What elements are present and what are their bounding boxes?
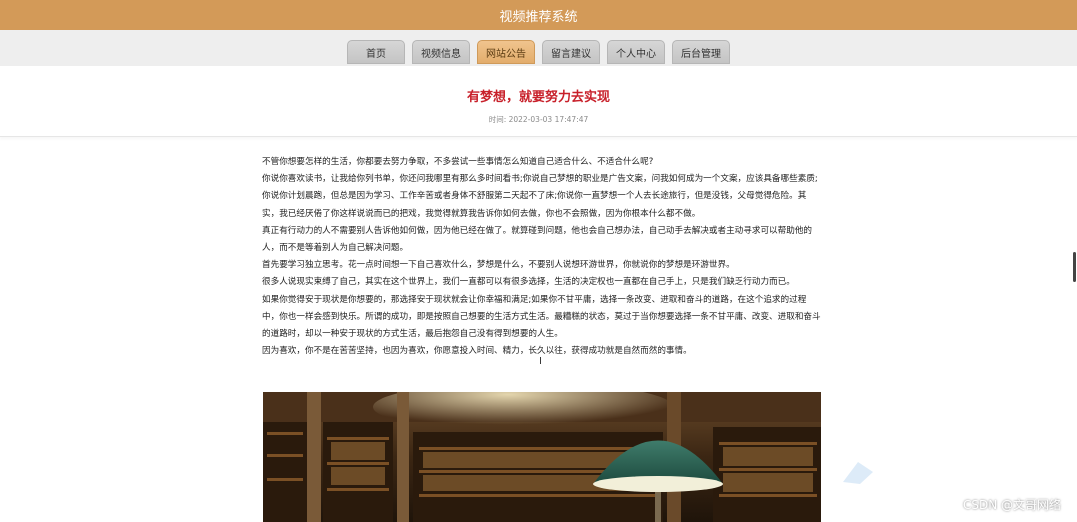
text-cursor-icon: I: [539, 356, 542, 367]
article-paragraph: 真正有行动力的人不需要别人告诉他如何做，因为他已经在做了。就算碰到问题，他也会自…: [262, 225, 813, 254]
scrollbar-thumb[interactable]: [1073, 252, 1076, 282]
nav-video-info[interactable]: 视频信息: [412, 40, 470, 64]
article-meta: 时间: 2022-03-03 17:47:47: [488, 115, 589, 124]
article-body: 不管你想要怎样的生活，你都要去努力争取，不多尝试一些事情怎么知道自己适合什么、不…: [262, 154, 822, 360]
nav-announcements[interactable]: 网站公告: [477, 40, 535, 64]
article-paragraph: 因为喜欢，你不是在苦苦坚持，也因为喜欢，你愿意投入时间、精力，长久以往，获得成功…: [262, 346, 692, 357]
article-paragraph: 很多人说现实束缚了自己，其实在这个世界上，我们一直都可以有很多选择，生活的决定权…: [262, 277, 795, 288]
article-paragraph: 你说你喜欢读书，让我给你列书单，你还问我哪里有那么多时间看书;你说自己梦想的职业…: [262, 174, 818, 219]
article-paragraph: 首先要学习独立思考。花一点时间想一下自己喜欢什么，梦想是什么，不要别人说想环游世…: [262, 260, 735, 271]
article-paragraph: 如果你觉得安于现状是你想要的，那选择安于现状就会让你幸福和满足;如果你不甘平庸，…: [262, 294, 821, 340]
article-image: [263, 392, 821, 522]
nav-profile[interactable]: 个人中心: [607, 40, 665, 64]
library-photo: [263, 392, 821, 522]
nav-feedback[interactable]: 留言建议: [542, 40, 600, 64]
app-title: 视频推荐系统: [499, 9, 578, 25]
nav-home[interactable]: 首页: [347, 40, 405, 64]
main-nav: 首页 视频信息 网站公告 留言建议 个人中心 后台管理: [0, 30, 1077, 67]
article-title: 有梦想，就要努力去实现: [466, 90, 610, 105]
article-header: 有梦想，就要努力去实现 时间: 2022-03-03 17:47:47: [0, 66, 1077, 137]
decorative-shape-icon: [843, 462, 873, 484]
article-paragraph: 不管你想要怎样的生活，你都要去努力争取，不多尝试一些事情怎么知道自己适合什么、不…: [262, 157, 654, 167]
app-header: 视频推荐系统: [0, 0, 1077, 30]
nav-admin[interactable]: 后台管理: [672, 40, 730, 64]
watermark: CSDN @文哥网络: [962, 498, 1061, 512]
